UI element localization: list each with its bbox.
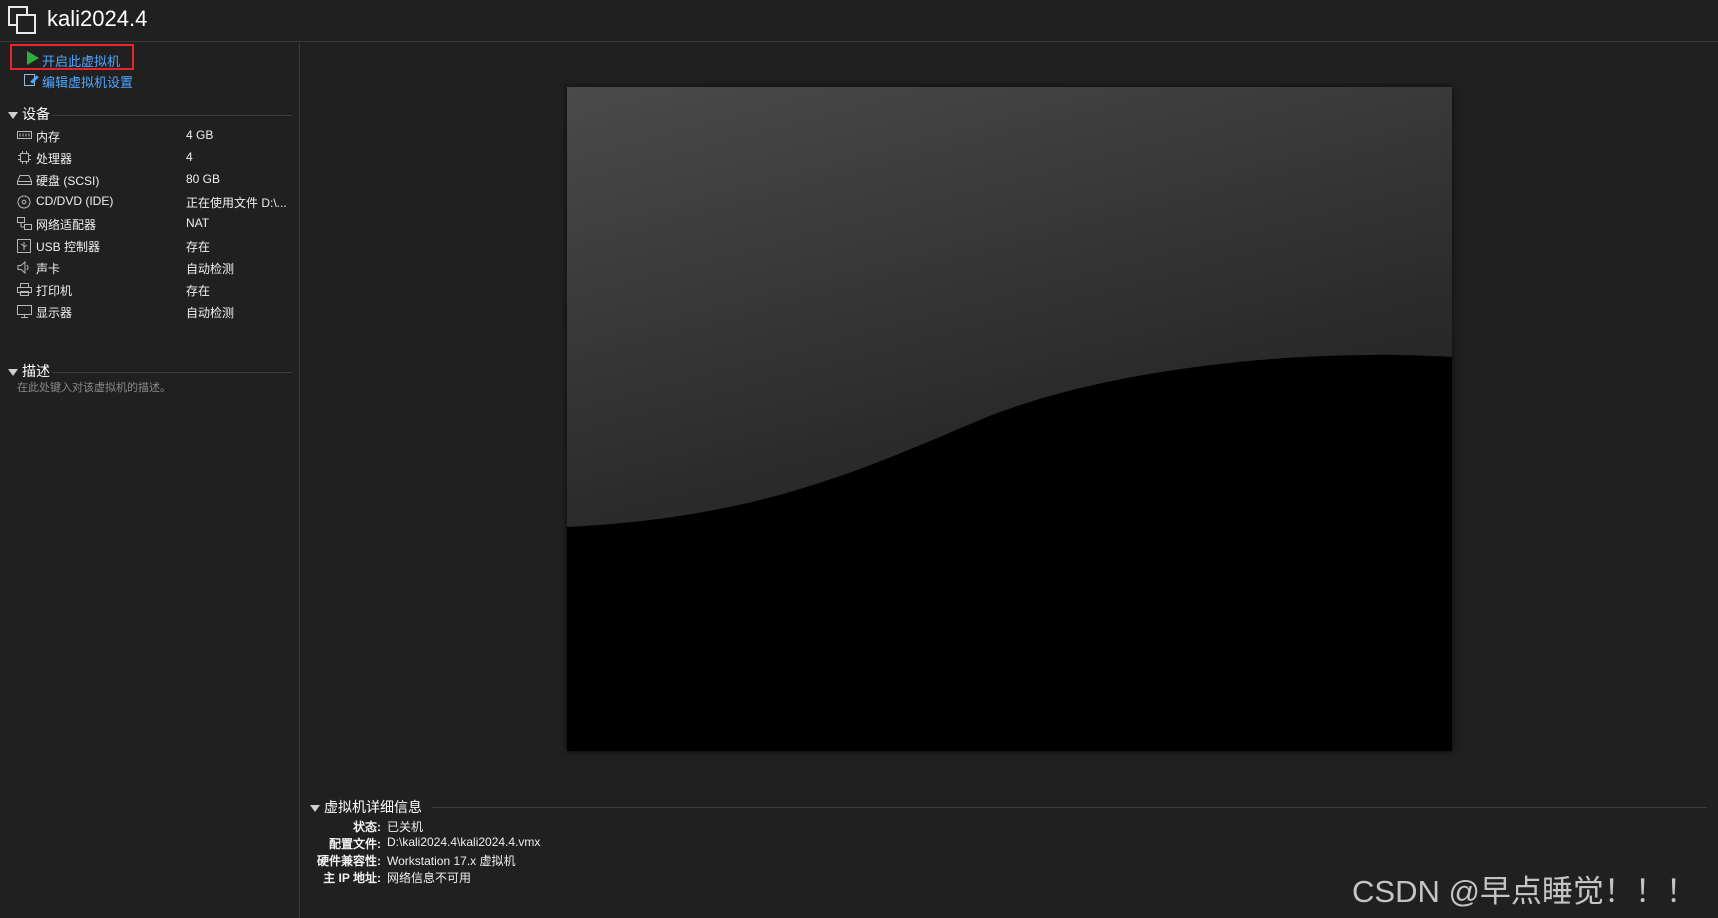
- device-row-sound-card[interactable]: 声卡 自动检测: [17, 258, 292, 278]
- detail-value: 网络信息不可用: [387, 871, 472, 885]
- details-section-toggle[interactable]: 虚拟机详细信息: [310, 797, 422, 817]
- detail-value: 已关机: [387, 820, 424, 834]
- detail-row-status: 状态: 已关机: [0, 818, 1718, 835]
- device-name: CD/DVD (IDE): [36, 194, 114, 208]
- collapse-triangle-icon: [310, 804, 320, 812]
- detail-value: D:\kali2024.4\kali2024.4.vmx: [387, 835, 541, 849]
- device-row-display[interactable]: 显示器 自动检测: [17, 302, 292, 322]
- watermark-text: CSDN @早点睡觉！！！: [1352, 874, 1697, 909]
- edit-vm-settings-label: 编辑虚拟机设置: [42, 75, 134, 90]
- detail-value: Workstation 17.x 虚拟机: [387, 854, 516, 868]
- device-name: 内存: [36, 130, 61, 144]
- device-name: 显示器: [36, 306, 73, 320]
- device-row-printer[interactable]: 打印机 存在: [17, 280, 292, 300]
- processor-icon: [17, 151, 32, 164]
- display-icon: [17, 305, 32, 318]
- device-value: 4: [186, 150, 193, 164]
- detail-key: 状态:: [353, 820, 381, 834]
- vm-preview-screen[interactable]: [567, 87, 1452, 751]
- detail-key: 配置文件:: [329, 837, 381, 851]
- hard-disk-icon: [16, 173, 33, 185]
- vm-window-icon: [8, 6, 36, 34]
- window-header: kali2024.4: [0, 0, 1718, 42]
- network-adapter-icon: [17, 217, 32, 230]
- device-row-memory[interactable]: 内存 4 GB: [17, 126, 292, 146]
- vm-title: kali2024.4: [47, 6, 148, 31]
- detail-key: 硬件兼容性:: [317, 854, 381, 868]
- detail-key: 主 IP 地址:: [323, 871, 381, 885]
- device-name: 处理器: [36, 152, 73, 166]
- play-icon: [27, 51, 39, 65]
- detail-row-config-file: 配置文件: D:\kali2024.4\kali2024.4.vmx: [0, 835, 1718, 852]
- sound-card-icon: [17, 260, 32, 275]
- section-divider: [52, 372, 292, 373]
- device-row-network-adapter[interactable]: 网络适配器 NAT: [17, 214, 292, 234]
- description-section-toggle[interactable]: 描述: [8, 361, 50, 381]
- devices-section-toggle[interactable]: 设备: [8, 104, 50, 124]
- device-row-processor[interactable]: 处理器 4: [17, 148, 292, 168]
- device-value: 自动检测: [186, 306, 235, 320]
- device-name: USB 控制器: [36, 240, 101, 254]
- left-panel: 开启此虚拟机 编辑虚拟机设置 设备 内存 4 GB 处理器 4 硬盘 (SCSI…: [0, 43, 300, 918]
- device-value: NAT: [186, 216, 210, 230]
- section-divider: [432, 807, 1707, 808]
- device-name: 声卡: [36, 262, 61, 276]
- start-vm-label: 开启此虚拟机: [42, 54, 121, 69]
- device-row-hard-disk[interactable]: 硬盘 (SCSI) 80 GB: [16, 170, 292, 190]
- device-value: 80 GB: [186, 172, 221, 186]
- device-row-cd-dvd[interactable]: CD/DVD (IDE) 正在使用文件 D:\...: [17, 192, 292, 212]
- usb-controller-icon: [17, 239, 32, 253]
- collapse-triangle-icon: [8, 111, 18, 119]
- device-value: 正在使用文件 D:\...: [186, 196, 287, 210]
- device-value: 存在: [186, 240, 211, 254]
- device-value: 自动检测: [186, 262, 235, 276]
- devices-section-title: 设备: [22, 106, 50, 122]
- edit-settings-icon: [24, 74, 35, 86]
- device-row-usb-controller[interactable]: USB 控制器 存在: [17, 236, 292, 256]
- start-vm-button[interactable]: 开启此虚拟机: [10, 44, 134, 70]
- description-input[interactable]: 在此处键入对该虚拟机的描述。: [17, 379, 171, 395]
- device-name: 网络适配器: [36, 218, 97, 232]
- device-name: 打印机: [36, 284, 73, 298]
- device-value: 存在: [186, 284, 211, 298]
- device-value: 4 GB: [186, 128, 214, 142]
- device-name: 硬盘 (SCSI): [36, 174, 100, 188]
- cd-dvd-icon: [17, 195, 32, 209]
- collapse-triangle-icon: [8, 368, 18, 376]
- memory-icon: [17, 129, 32, 141]
- details-section-title: 虚拟机详细信息: [324, 799, 422, 815]
- printer-icon: [17, 283, 32, 296]
- section-divider: [52, 115, 292, 116]
- edit-vm-settings-link[interactable]: 编辑虚拟机设置: [24, 72, 133, 91]
- description-section-title: 描述: [22, 363, 50, 379]
